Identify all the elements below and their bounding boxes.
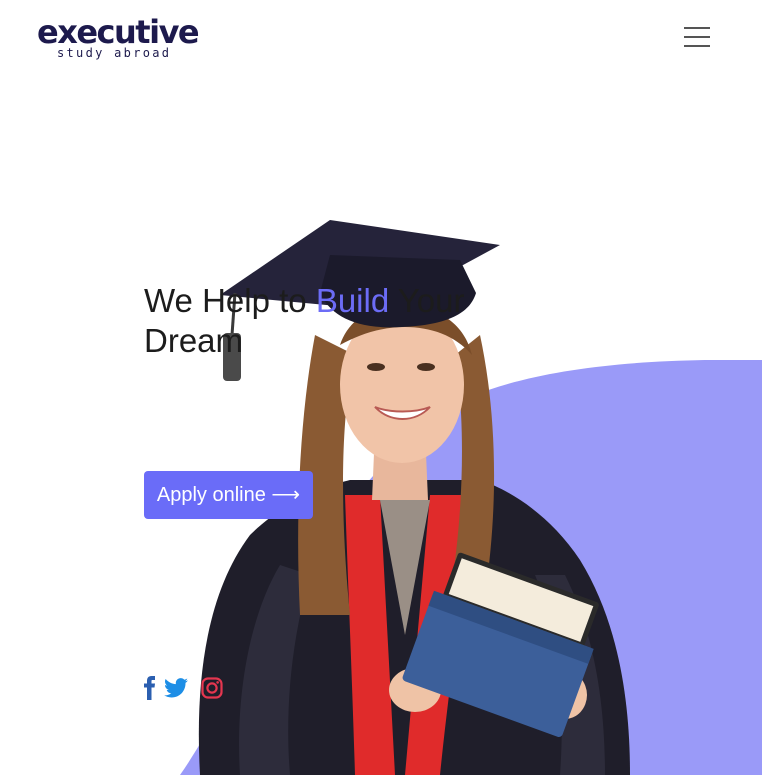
brand-logo[interactable]: executive study abroad: [37, 12, 200, 64]
instagram-icon[interactable]: [201, 677, 223, 704]
hamburger-icon-line-bottom: [684, 45, 710, 47]
hamburger-icon-line-middle: [684, 36, 710, 38]
hamburger-icon-line-top: [684, 27, 710, 29]
apply-online-button[interactable]: Apply online ⟶: [144, 471, 313, 519]
hero-title-part1: We Help to: [144, 282, 316, 319]
facebook-icon[interactable]: [144, 676, 156, 705]
hero-title: We Help to Build Your Dream: [144, 281, 524, 361]
brand-tagline: study abroad: [57, 46, 172, 60]
twitter-icon[interactable]: [164, 678, 188, 703]
menu-toggle-button[interactable]: [684, 27, 710, 47]
hero-title-accent: Build: [315, 282, 390, 319]
